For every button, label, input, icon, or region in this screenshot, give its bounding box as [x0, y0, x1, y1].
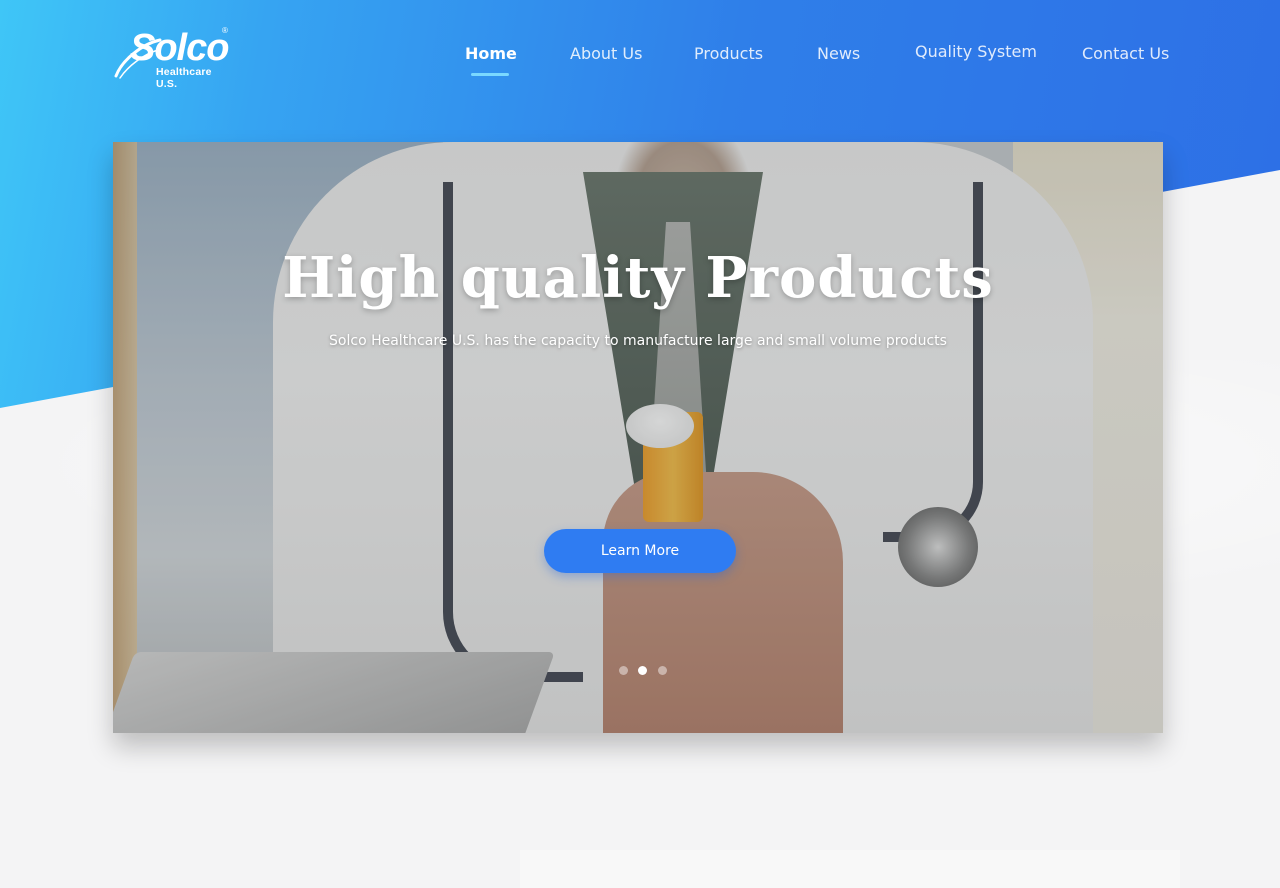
carousel-dot-1[interactable] [619, 666, 628, 675]
nav-item-contact-us[interactable]: Contact Us [1082, 44, 1169, 63]
nav-item-news[interactable]: News [817, 44, 860, 63]
carousel-indicators [619, 662, 673, 675]
site-header: Solco ® Healthcare U.S. Home About Us Pr… [0, 0, 1280, 110]
learn-more-button[interactable]: Learn More [544, 529, 736, 573]
hero-carousel: High quality Products Solco Healthcare U… [113, 142, 1163, 733]
hero-title: High quality Products [282, 245, 994, 311]
nav-item-quality-system[interactable]: Quality System [915, 42, 1037, 61]
bottom-glow [520, 850, 1180, 888]
nav-item-products[interactable]: Products [694, 44, 763, 63]
nav-active-indicator [471, 73, 509, 76]
hero-overlay [113, 142, 1163, 733]
main-nav: Home About Us Products News Quality Syst… [0, 40, 1280, 80]
hero-subtitle: Solco Healthcare U.S. has the capacity t… [329, 333, 947, 349]
registered-mark: ® [222, 26, 228, 35]
carousel-dot-3[interactable] [657, 666, 667, 675]
nav-item-home[interactable]: Home [465, 44, 517, 63]
page: Solco ® Healthcare U.S. Home About Us Pr… [0, 0, 1280, 888]
nav-item-about-us[interactable]: About Us [570, 44, 642, 63]
